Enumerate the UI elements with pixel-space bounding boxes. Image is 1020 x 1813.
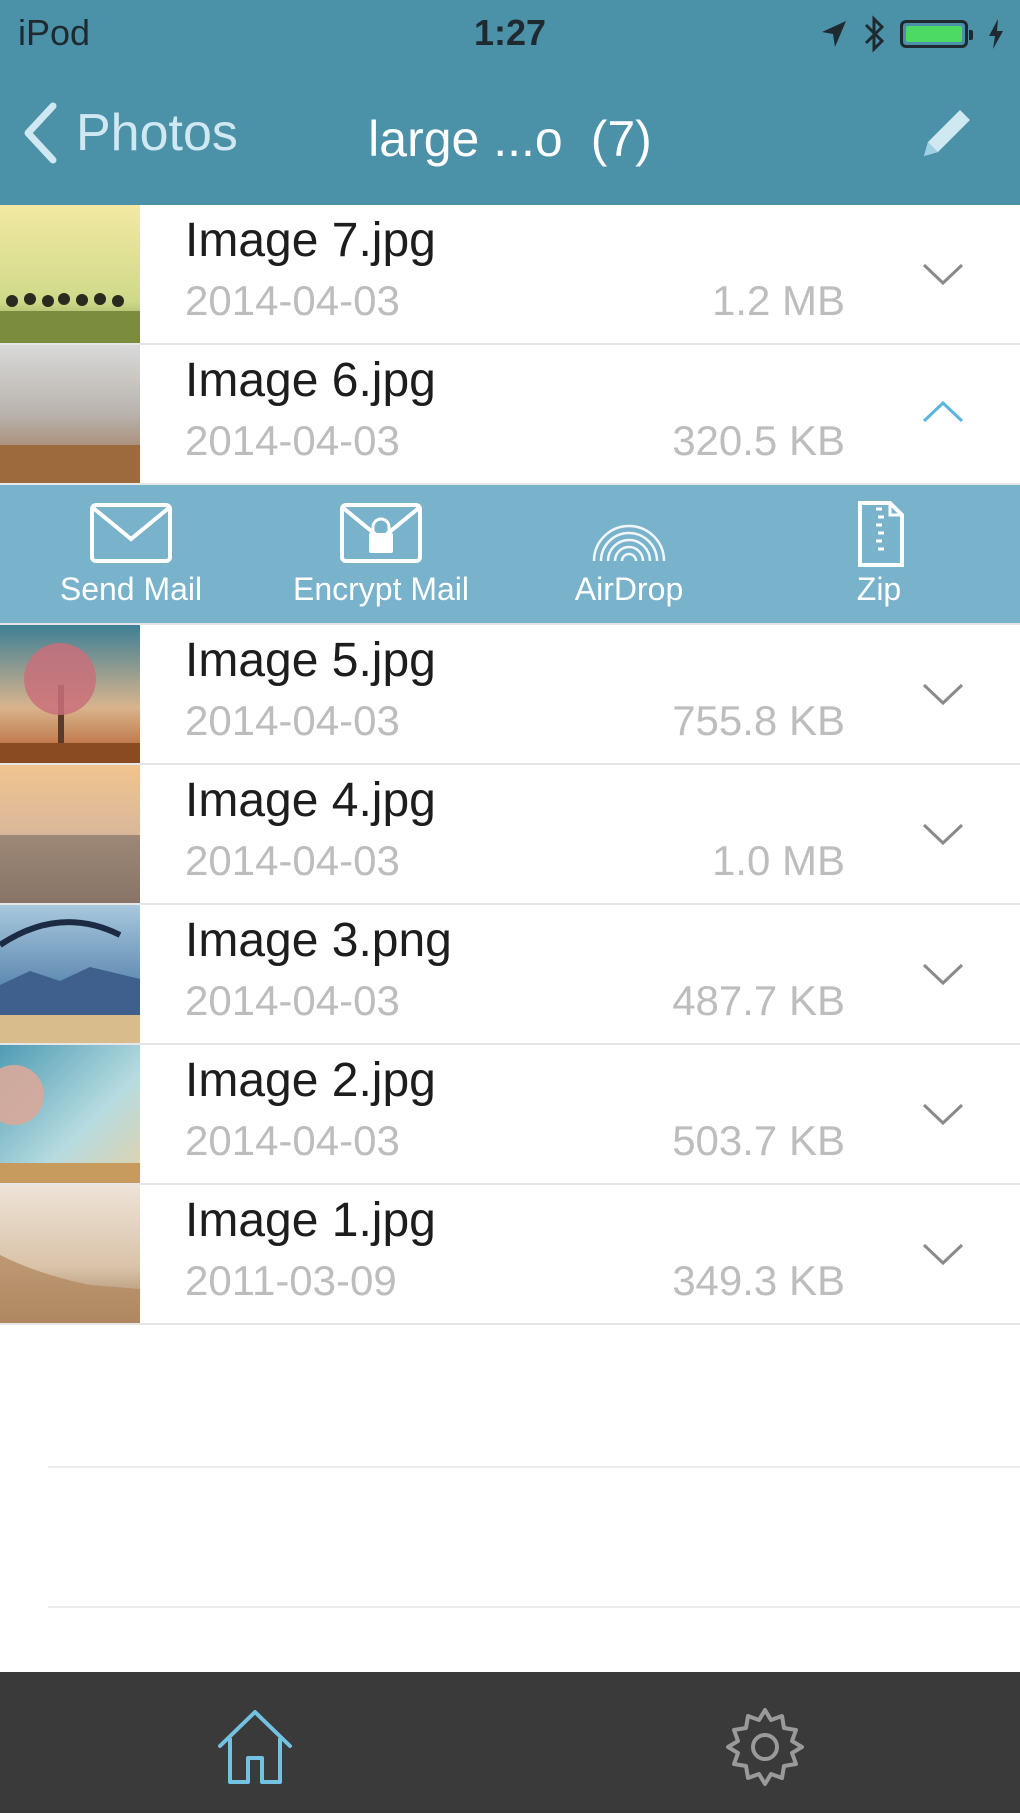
item-count: (7) xyxy=(590,111,652,167)
thumbnail-image xyxy=(0,625,140,763)
file-size: 755.8 KB xyxy=(672,697,845,744)
file-row[interactable]: Image 5.jpg 2014-04-03 755.8 KB xyxy=(0,625,1020,765)
thumbnail-image xyxy=(0,205,140,343)
file-name: Image 6.jpg xyxy=(185,354,436,407)
chevron-down-icon[interactable] xyxy=(920,955,966,991)
file-name: Image 4.jpg xyxy=(185,774,436,827)
status-bar: iPod 1:27 xyxy=(0,0,1020,70)
file-row[interactable]: Image 3.png 2014-04-03 487.7 KB xyxy=(0,905,1020,1045)
zip-file-icon xyxy=(858,501,904,567)
file-row[interactable]: Image 7.jpg 2014-04-03 1.2 MB xyxy=(0,205,1020,345)
zip-button[interactable]: Zip xyxy=(774,499,984,615)
file-size: 320.5 KB xyxy=(672,417,845,464)
file-date: 2014-04-03 xyxy=(185,277,400,324)
file-date: 2014-04-03 xyxy=(185,417,400,464)
bluetooth-icon xyxy=(864,15,885,53)
battery-icon xyxy=(900,20,973,48)
file-size: 503.7 KB xyxy=(672,1117,845,1164)
charging-bolt-icon xyxy=(989,19,1003,49)
chevron-down-icon[interactable] xyxy=(920,1235,966,1271)
navigation-bar: Photos large ...o (7) xyxy=(0,80,1020,190)
thumbnail-image xyxy=(0,765,140,903)
thumbnail-image xyxy=(0,1185,140,1323)
header: iPod 1:27 Photos large ...o (7) xyxy=(0,0,1020,205)
encrypt-mail-button[interactable]: Encrypt Mail xyxy=(276,499,486,615)
file-name: Image 3.png xyxy=(185,914,452,967)
pencil-icon[interactable] xyxy=(910,100,980,170)
file-date: 2014-04-03 xyxy=(185,1117,400,1164)
file-row[interactable]: Image 4.jpg 2014-04-03 1.0 MB xyxy=(0,765,1020,905)
envelope-icon xyxy=(90,503,172,563)
send-mail-label: Send Mail xyxy=(59,571,203,607)
empty-row-separator xyxy=(48,1606,1020,1608)
file-date: 2014-04-03 xyxy=(185,977,400,1024)
home-icon[interactable] xyxy=(210,1702,300,1792)
chevron-up-icon[interactable] xyxy=(920,395,966,431)
thumbnail-image xyxy=(0,345,140,483)
file-name: Image 2.jpg xyxy=(185,1054,436,1107)
zip-label: Zip xyxy=(856,571,902,607)
location-arrow-icon xyxy=(822,21,846,47)
gear-icon[interactable] xyxy=(720,1702,810,1792)
file-name: Image 7.jpg xyxy=(185,214,436,267)
file-date: 2014-04-03 xyxy=(185,837,400,884)
file-actions-bar: Send Mail Encrypt Mail AirDrop Zip xyxy=(0,485,1020,625)
file-size: 1.2 MB xyxy=(711,277,845,324)
lock-envelope-icon xyxy=(340,503,422,563)
chevron-down-icon[interactable] xyxy=(920,255,966,291)
file-list: Image 7.jpg 2014-04-03 1.2 MB Image 6.jp… xyxy=(0,205,1020,1325)
file-row[interactable]: Image 1.jpg 2011-03-09 349.3 KB xyxy=(0,1185,1020,1325)
chevron-down-icon[interactable] xyxy=(920,815,966,851)
file-name: Image 5.jpg xyxy=(185,634,436,687)
thumbnail-image xyxy=(0,1045,140,1183)
file-name: Image 1.jpg xyxy=(185,1194,436,1247)
airdrop-icon xyxy=(592,524,666,562)
folder-title: large ...o xyxy=(368,111,563,167)
airdrop-button[interactable]: AirDrop xyxy=(524,499,734,615)
file-date: 2014-04-03 xyxy=(185,697,400,744)
file-row[interactable]: Image 2.jpg 2014-04-03 503.7 KB xyxy=(0,1045,1020,1185)
airdrop-label: AirDrop xyxy=(574,571,684,607)
file-date: 2011-03-09 xyxy=(185,1257,397,1304)
send-mail-button[interactable]: Send Mail xyxy=(26,499,236,615)
file-size: 487.7 KB xyxy=(672,977,845,1024)
file-size: 349.3 KB xyxy=(672,1257,845,1304)
tab-bar xyxy=(0,1672,1020,1813)
page-title: large ...o (7) xyxy=(0,110,1020,168)
encrypt-mail-label: Encrypt Mail xyxy=(292,571,470,607)
status-icons xyxy=(820,15,1004,53)
file-size: 1.0 MB xyxy=(711,837,845,884)
chevron-down-icon[interactable] xyxy=(920,1095,966,1131)
thumbnail-image xyxy=(0,905,140,1043)
empty-row-separator xyxy=(48,1466,1020,1468)
file-row[interactable]: Image 6.jpg 2014-04-03 320.5 KB xyxy=(0,345,1020,485)
chevron-down-icon[interactable] xyxy=(920,675,966,711)
